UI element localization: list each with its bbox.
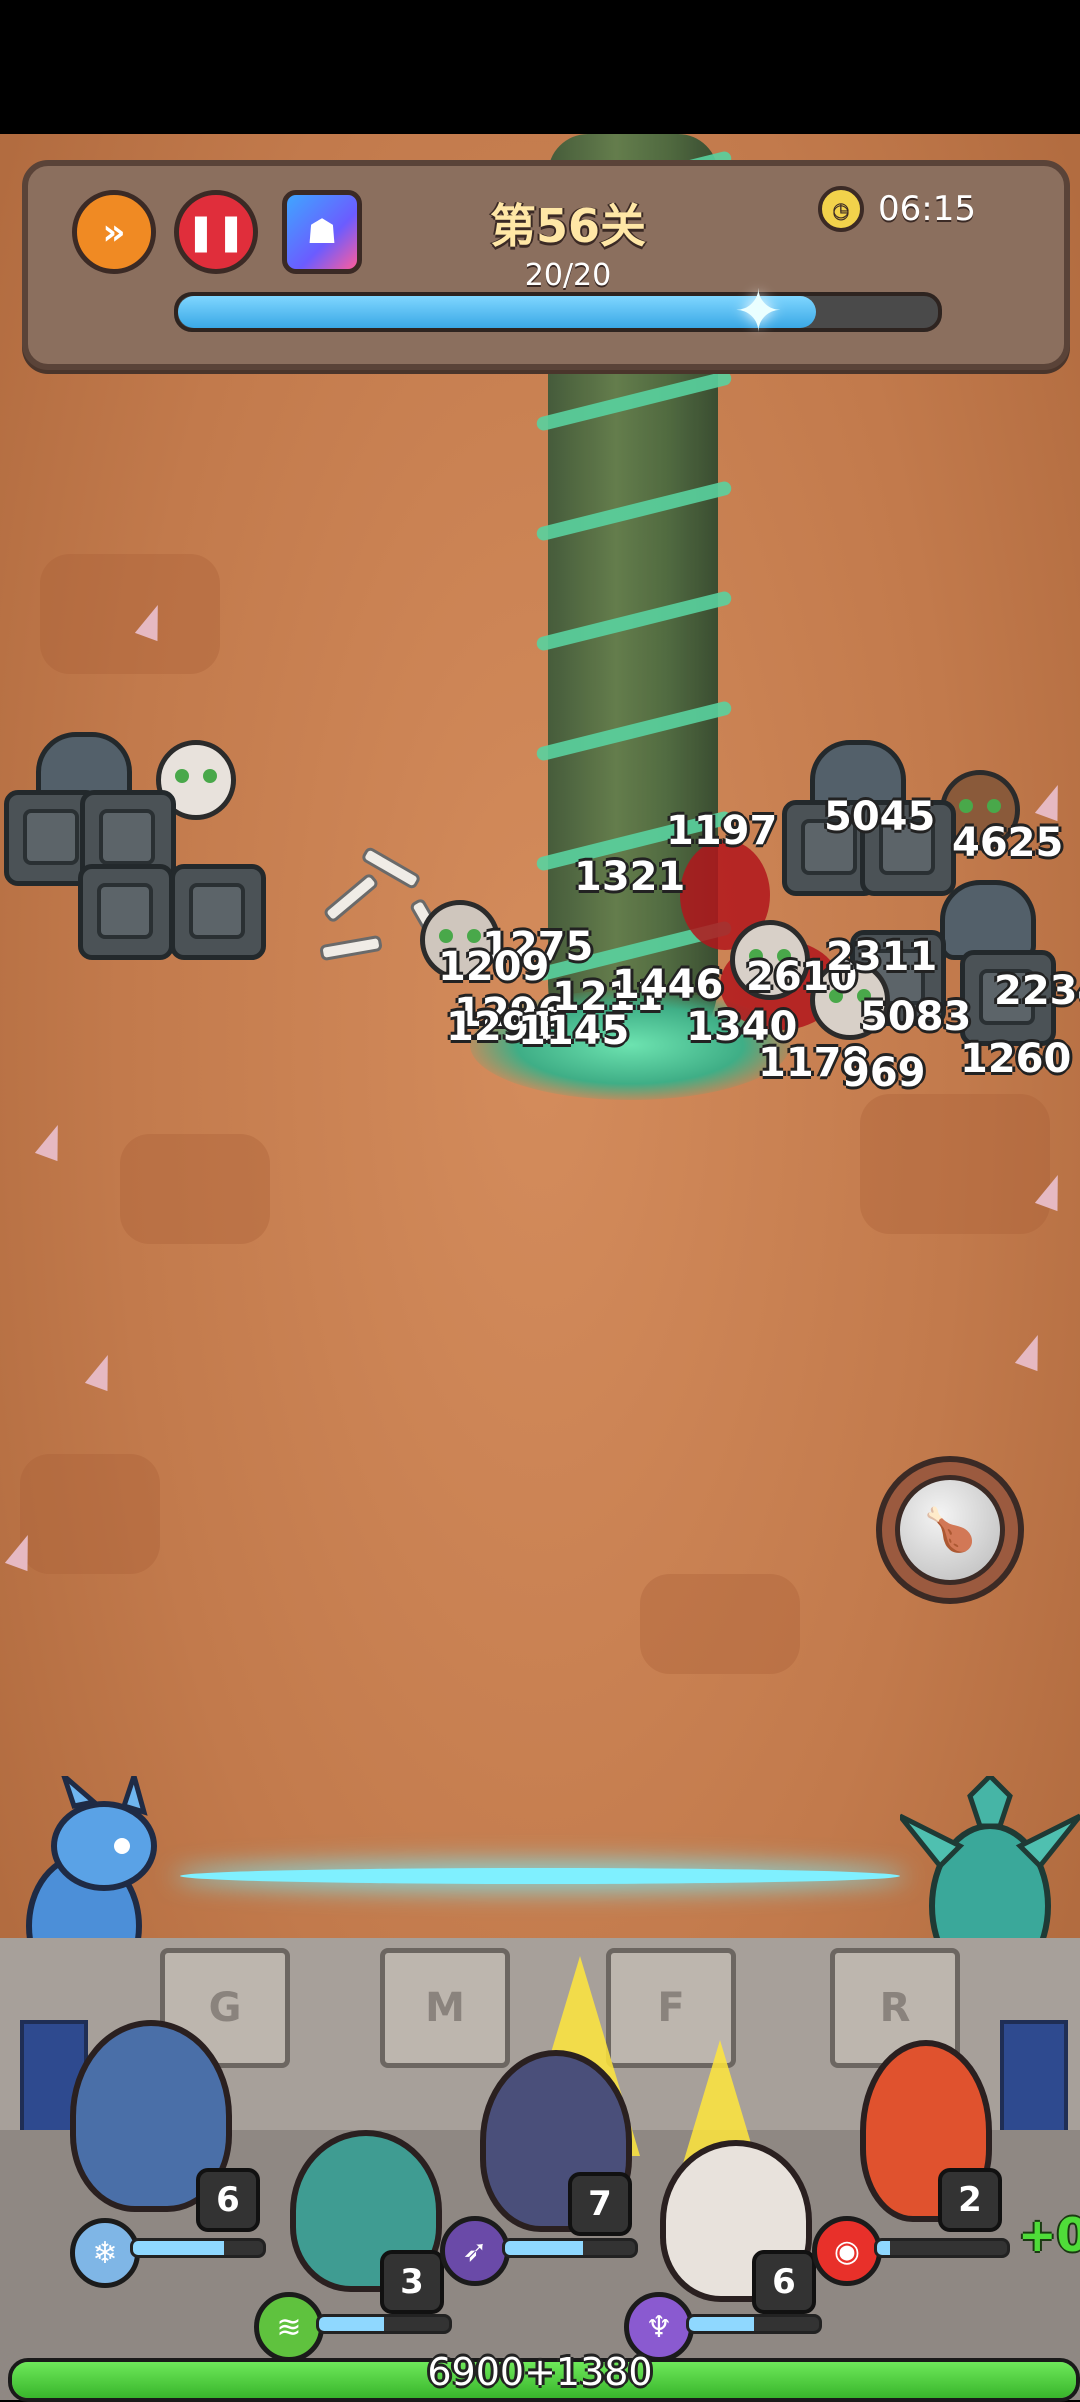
rock [860, 1094, 1050, 1234]
fast-forward-icon: » [102, 211, 126, 253]
clock-icon: ◷ [818, 186, 864, 232]
wave-progress-fill [178, 296, 817, 328]
damage-number: 1446 [612, 962, 724, 1008]
arrow-icon[interactable]: ➶ [440, 2216, 510, 2286]
damage-number: 4625 [952, 820, 1064, 866]
fire-ring-icon[interactable]: ◉ [812, 2216, 882, 2286]
damage-number: 1145 [518, 1008, 630, 1054]
hero-level-badge: 7 [568, 2172, 632, 2236]
damage-number: 1209 [438, 944, 550, 990]
hero-cooldown-bar [502, 2238, 638, 2258]
rock [640, 1574, 800, 1674]
wall-rune-block: M [380, 1948, 510, 2068]
armored-enemy [940, 880, 1036, 960]
skill-card-icon: ☗ [306, 212, 338, 252]
timer-text: 06:15 [878, 189, 976, 229]
rock [40, 554, 220, 674]
hero-cooldown-bar [316, 2314, 452, 2334]
crystal-icon [34, 1120, 70, 1162]
rock [120, 1134, 270, 1244]
status-bar [0, 0, 1080, 134]
wave-progress-bar [174, 292, 942, 332]
ice-crystal-icon[interactable]: ❄ [70, 2218, 140, 2288]
pause-button[interactable]: ❚❚ [174, 190, 258, 274]
top-hud-panel: » ❚❚ ☗ 第56关 20/20 ◷ 06:15 ✦ [22, 160, 1070, 370]
damage-number: 1260 [960, 1036, 1072, 1082]
shield-block-enemy [170, 864, 266, 960]
timer: ◷ 06:15 [818, 184, 976, 234]
crystal-icon [1034, 780, 1070, 822]
hero-level-badge: 6 [752, 2250, 816, 2314]
damage-number: 2234 [994, 968, 1080, 1014]
hero-cooldown-bar [686, 2314, 822, 2334]
gain-indicator: +0 [1018, 2208, 1080, 2262]
level-title: 第56关 [489, 199, 646, 253]
roast-chicken-icon: 🍗 [895, 1475, 1005, 1585]
wave-counter: 20/20 [524, 258, 612, 293]
fast-forward-button[interactable]: » [72, 190, 156, 274]
damage-number: 2311 [826, 934, 938, 980]
damage-number: 5083 [860, 994, 972, 1040]
damage-number: 5045 [824, 794, 936, 840]
crystal-icon [1014, 1330, 1050, 1372]
damage-number: 969 [842, 1050, 926, 1096]
hero-cooldown-bar [874, 2238, 1010, 2258]
damage-number: 1321 [574, 854, 686, 900]
rock [20, 1454, 160, 1574]
crystal-icon [84, 1350, 120, 1392]
hero-level-badge: 2 [938, 2168, 1002, 2232]
damage-number: 1197 [666, 808, 778, 854]
hero-level-badge: 3 [380, 2250, 444, 2314]
energy-barrier [180, 1868, 900, 1884]
food-skill-button[interactable]: 🍗 [876, 1456, 1024, 1604]
sparkle-icon: ✦ [734, 277, 783, 345]
shield-block-enemy [78, 864, 174, 960]
pause-icon: ❚❚ [185, 211, 247, 253]
hero-cooldown-bar [130, 2238, 266, 2258]
hero-level-badge: 6 [196, 2168, 260, 2232]
skill-card-button[interactable]: ☗ [282, 190, 362, 274]
base-hp-text: 6900+1380 [427, 2350, 653, 2394]
banner [1000, 2020, 1068, 2138]
